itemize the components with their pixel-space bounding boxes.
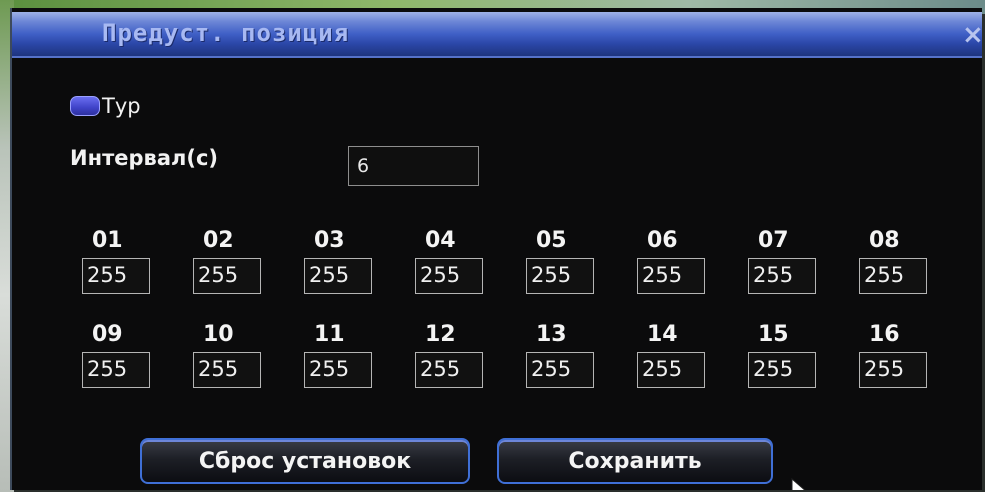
preset-value-input[interactable]: 255 — [304, 352, 372, 388]
preset-value-input[interactable]: 255 — [415, 352, 483, 388]
preset-value-input[interactable]: 255 — [859, 258, 927, 294]
preset-cell: 15 255 — [748, 322, 828, 388]
preset-cell: 01 255 — [82, 228, 162, 294]
preset-cell: 03 255 — [304, 228, 384, 294]
preset-value-input[interactable]: 255 — [748, 258, 816, 294]
preset-number: 04 — [425, 228, 456, 253]
preset-cell: 13 255 — [526, 322, 606, 388]
preset-value-input[interactable]: 255 — [415, 258, 483, 294]
preset-position-dialog: Предуст. позиция × Тур Интервал(с) 6 01 2… — [10, 8, 982, 490]
mouse-cursor-icon — [791, 478, 806, 490]
preset-cell: 10 255 — [193, 322, 273, 388]
preset-value-input[interactable]: 255 — [526, 258, 594, 294]
preset-cell: 04 255 — [415, 228, 495, 294]
preset-number: 14 — [647, 322, 678, 347]
tour-checkbox[interactable] — [70, 96, 100, 116]
dialog-title: Предуст. позиция — [102, 19, 350, 47]
preset-value-input[interactable]: 255 — [82, 258, 150, 294]
preset-cell: 09 255 — [82, 322, 162, 388]
preset-number: 03 — [314, 228, 345, 253]
interval-input[interactable]: 6 — [348, 146, 479, 186]
preset-value-input[interactable]: 255 — [304, 258, 372, 294]
interval-label: Интервал(с) — [70, 146, 219, 170]
preset-number: 09 — [92, 322, 123, 347]
preset-number: 02 — [203, 228, 234, 253]
preset-cell: 08 255 — [859, 228, 939, 294]
preset-cell: 07 255 — [748, 228, 828, 294]
preset-number: 16 — [869, 322, 900, 347]
preset-value-input[interactable]: 255 — [637, 352, 705, 388]
preset-number: 13 — [536, 322, 567, 347]
preset-cell: 12 255 — [415, 322, 495, 388]
save-button[interactable]: Сохранить — [497, 438, 773, 484]
preset-number: 01 — [92, 228, 123, 253]
preset-number: 15 — [758, 322, 789, 347]
preset-value-input[interactable]: 255 — [748, 352, 816, 388]
preset-number: 11 — [314, 322, 345, 347]
preset-cell: 05 255 — [526, 228, 606, 294]
preset-cell: 02 255 — [193, 228, 273, 294]
preset-cell: 11 255 — [304, 322, 384, 388]
preset-number: 08 — [869, 228, 900, 253]
reset-settings-button[interactable]: Сброс установок — [140, 438, 470, 484]
preset-cell: 16 255 — [859, 322, 939, 388]
tour-toggle[interactable]: Тур — [70, 94, 141, 118]
preset-value-input[interactable]: 255 — [526, 352, 594, 388]
dialog-titlebar[interactable]: Предуст. позиция × — [12, 12, 982, 58]
preset-cell: 14 255 — [637, 322, 717, 388]
tour-label: Тур — [102, 94, 141, 118]
dialog-body: Тур Интервал(с) 6 01 255 02 255 03 255 04 255 05… — [12, 60, 982, 490]
preset-number: 07 — [758, 228, 789, 253]
preset-number: 12 — [425, 322, 456, 347]
preset-value-input[interactable]: 255 — [859, 352, 927, 388]
close-icon[interactable]: × — [962, 22, 982, 48]
preset-number: 10 — [203, 322, 234, 347]
preset-value-input[interactable]: 255 — [193, 258, 261, 294]
preset-cell: 06 255 — [637, 228, 717, 294]
preset-number: 06 — [647, 228, 678, 253]
preset-value-input[interactable]: 255 — [193, 352, 261, 388]
preset-value-input[interactable]: 255 — [82, 352, 150, 388]
preset-number: 05 — [536, 228, 567, 253]
preset-value-input[interactable]: 255 — [637, 258, 705, 294]
